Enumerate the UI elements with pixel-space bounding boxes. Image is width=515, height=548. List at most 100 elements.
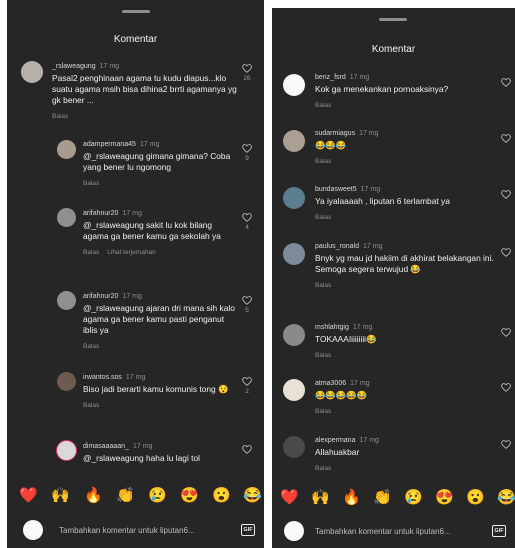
comment-username[interactable]: irwantos.sos xyxy=(83,374,122,381)
avatar[interactable] xyxy=(283,436,305,458)
gif-button[interactable]: GIF xyxy=(241,524,255,536)
emoji-button[interactable]: 😮 xyxy=(212,487,231,505)
avatar[interactable] xyxy=(283,187,305,209)
comment-username[interactable]: dimasaaaaan_ xyxy=(83,443,129,450)
comment-username[interactable]: mshlahtgig xyxy=(315,324,349,331)
comment-input-bar: Tambahkan komentar untuk liputan6... GIF xyxy=(7,518,264,542)
comment-time: 17 mg xyxy=(350,380,370,387)
comment-username[interactable]: adampermana45 xyxy=(83,141,136,148)
comment-text: TOKAAAIiiiiiiii😂 xyxy=(315,334,377,344)
comment-input[interactable]: Tambahkan komentar untuk liputan6... xyxy=(315,527,451,536)
avatar[interactable] xyxy=(283,130,305,152)
like-button[interactable] xyxy=(499,190,513,201)
comment-text: @_rslaweagung gimana gimana? Coba yang b… xyxy=(83,151,231,172)
avatar[interactable] xyxy=(283,74,305,96)
heart-icon xyxy=(501,78,511,87)
avatar[interactable] xyxy=(21,61,43,83)
comment-username[interactable]: arifahnur20 xyxy=(83,210,118,217)
comment-time: 17 mg xyxy=(122,293,142,300)
reply-button[interactable]: Balas xyxy=(315,214,331,221)
emoji-button[interactable]: 😢 xyxy=(148,487,167,505)
reply-button[interactable]: Balas xyxy=(83,343,99,350)
comment-input[interactable]: Tambahkan komentar untuk liputan6... xyxy=(59,526,195,535)
heart-icon xyxy=(501,190,511,199)
drag-handle[interactable] xyxy=(122,10,150,13)
like-button[interactable] xyxy=(499,383,513,394)
heart-icon xyxy=(501,328,511,337)
comment-item: _rslaweagung 17 mg Pasal2 penghinaan agam… xyxy=(52,61,237,122)
comment-username[interactable]: atma3006 xyxy=(315,380,346,387)
comment-username[interactable]: sudarmiagus xyxy=(315,130,355,137)
emoji-button[interactable]: 😂 xyxy=(243,487,262,505)
like-button[interactable] xyxy=(499,134,513,145)
like-button[interactable] xyxy=(499,328,513,339)
avatar[interactable] xyxy=(283,324,305,346)
comment-time: 17 mg xyxy=(360,186,381,193)
emoji-button[interactable]: 👏 xyxy=(116,487,135,505)
comment-text: 😂😂😂 xyxy=(315,140,347,150)
comment-item: alexpermana 17 mg Allahuakbar Balas xyxy=(315,435,495,474)
comment-username[interactable]: benz_fsrd xyxy=(315,74,346,81)
emoji-button[interactable]: ❤️ xyxy=(280,489,299,507)
see-translation-link[interactable]: Lihat terjemahan xyxy=(107,249,155,256)
emoji-button[interactable]: ❤️ xyxy=(19,487,38,505)
reply-button[interactable]: Balas xyxy=(83,180,99,187)
comment-text: Bnyk yg mau jd hakiim di akhirat belakan… xyxy=(315,253,494,274)
avatar[interactable] xyxy=(57,291,76,310)
emoji-button[interactable]: 😮 xyxy=(466,489,485,507)
emoji-button[interactable]: 😍 xyxy=(435,489,454,507)
emoji-button[interactable]: 😂 xyxy=(497,489,515,507)
emoji-button[interactable]: 😢 xyxy=(404,489,423,507)
emoji-button[interactable]: 🔥 xyxy=(84,487,103,505)
avatar[interactable] xyxy=(57,140,76,159)
reply-button[interactable]: Balas xyxy=(83,249,99,256)
emoji-button[interactable]: 🙌 xyxy=(311,489,330,507)
comment-item: paulus_ronald 17 mg Bnyk yg mau jd hakiim… xyxy=(315,241,495,291)
comment-time: 17 mg xyxy=(139,141,160,148)
reply-button[interactable]: Balas xyxy=(315,352,331,359)
like-button[interactable] xyxy=(499,440,513,451)
emoji-bar: ❤️ 🙌 🔥 👏 😢 😍 😮 😂 xyxy=(272,489,515,511)
comment-username[interactable]: bundasweet5 xyxy=(315,186,357,193)
avatar[interactable] xyxy=(283,379,305,401)
like-button[interactable]: 5 xyxy=(240,296,254,314)
like-button[interactable]: 4 xyxy=(240,213,254,231)
emoji-button[interactable]: 🔥 xyxy=(342,489,361,507)
comment-text: @_rslaweagung sakit lu kok bilang agama … xyxy=(83,220,221,241)
heart-icon xyxy=(501,134,511,143)
gif-button[interactable]: GIF xyxy=(492,525,506,537)
comment-username[interactable]: arifahnur20 xyxy=(83,293,118,300)
drag-handle[interactable] xyxy=(379,18,407,21)
emoji-button[interactable]: 👏 xyxy=(373,489,392,507)
reply-button[interactable]: Balas xyxy=(315,465,331,472)
like-button[interactable]: 26 xyxy=(240,64,254,82)
comment-time: 17 mg xyxy=(132,443,153,450)
like-count: 9 xyxy=(245,155,249,162)
reply-button[interactable]: Balas xyxy=(83,402,99,409)
comment-time: 17 mg xyxy=(352,324,373,331)
like-button[interactable]: 2 xyxy=(240,377,254,395)
comment-text: Allahuakbar xyxy=(315,447,360,457)
reply-button[interactable]: Balas xyxy=(52,113,68,120)
comment-item: irwantos.sos 17 mg Biso jadi berarti kamu… xyxy=(83,372,238,411)
comment-username[interactable]: _rslaweagung xyxy=(52,63,96,70)
like-button[interactable] xyxy=(499,248,513,259)
avatar[interactable] xyxy=(56,440,77,461)
comment-text: 😂😂😂😂😂 xyxy=(315,390,368,400)
emoji-button[interactable]: 🙌 xyxy=(51,487,70,505)
reply-button[interactable]: Balas xyxy=(315,408,331,415)
comment-username[interactable]: alexpermana xyxy=(315,437,355,444)
like-button[interactable]: 9 xyxy=(240,144,254,162)
reply-button[interactable]: Balas xyxy=(315,158,331,165)
comment-username[interactable]: paulus_ronald xyxy=(315,243,359,250)
avatar[interactable] xyxy=(283,243,305,265)
like-button[interactable] xyxy=(240,445,254,456)
comment-time: 17 mg xyxy=(125,374,146,381)
like-button[interactable] xyxy=(499,78,513,89)
avatar[interactable] xyxy=(57,372,76,391)
reply-button[interactable]: Balas xyxy=(315,282,331,289)
avatar[interactable] xyxy=(57,208,76,227)
reply-button[interactable]: Balas xyxy=(315,102,331,109)
comment-time: 17 mg xyxy=(359,130,379,137)
emoji-button[interactable]: 😍 xyxy=(180,487,199,505)
